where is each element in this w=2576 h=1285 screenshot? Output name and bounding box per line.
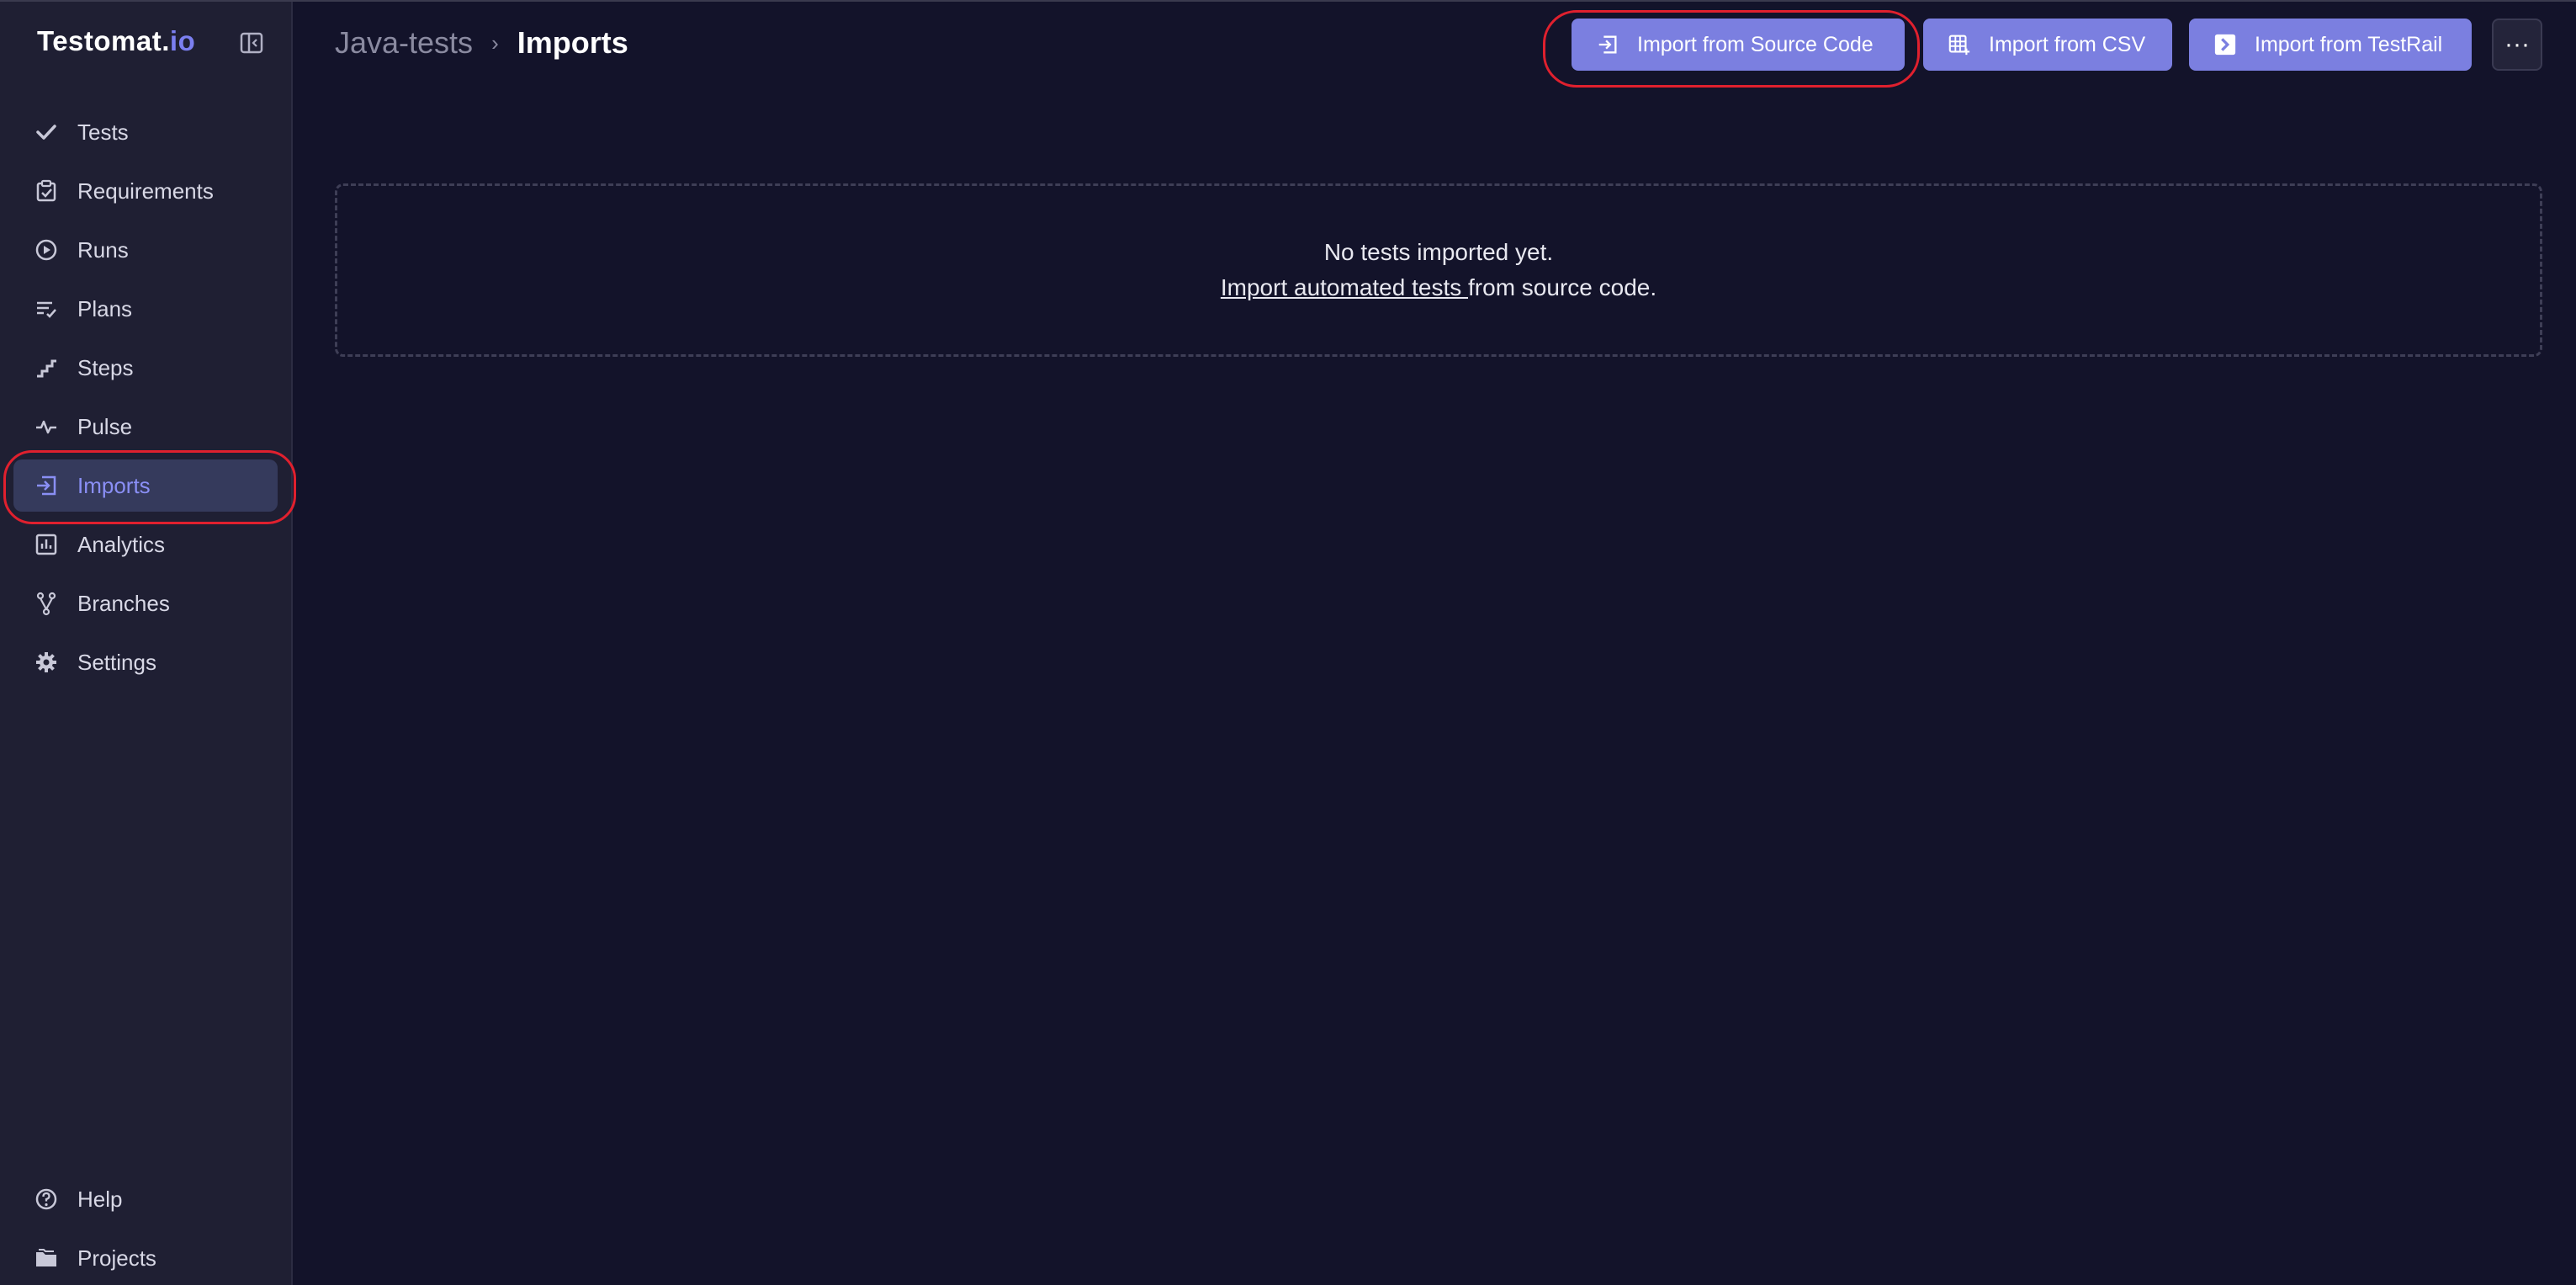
chevron-right-icon: › [491, 29, 499, 56]
pulse-icon [32, 412, 61, 441]
play-circle-icon [32, 236, 61, 264]
sidebar-item-label: Help [77, 1186, 123, 1212]
sidebar-item-label: Requirements [77, 178, 214, 204]
more-icon: ··· [2504, 30, 2530, 58]
sidebar-item-plans[interactable]: Plans [13, 283, 278, 335]
breadcrumb: Java-tests › Imports [335, 25, 628, 61]
clipboard-check-icon [32, 177, 61, 205]
import-from-testrail-button[interactable]: Import from TestRail [2189, 19, 2472, 71]
sidebar: Testomat.io Tests Requirements Runs Plan… [0, 2, 293, 1285]
import-icon [1595, 32, 1620, 57]
button-label: Import from Source Code [1637, 32, 1874, 56]
list-check-icon [32, 295, 61, 323]
help-icon [32, 1185, 61, 1213]
sidebar-item-label: Analytics [77, 531, 166, 557]
app-logo[interactable]: Testomat.io [37, 25, 195, 57]
sidebar-item-branches[interactable]: Branches [13, 577, 278, 629]
branch-icon [32, 589, 61, 618]
collapse-sidebar-icon[interactable] [239, 30, 264, 56]
empty-state: No tests imported yet. Import automated … [335, 183, 2542, 357]
sidebar-item-runs[interactable]: Runs [13, 224, 278, 276]
sidebar-item-label: Settings [77, 649, 156, 675]
sidebar-item-label: Plans [77, 295, 133, 321]
chart-icon [32, 530, 61, 559]
sidebar-item-help[interactable]: Help [13, 1173, 278, 1225]
gear-icon [32, 648, 61, 677]
button-label: Import from TestRail [2255, 32, 2443, 56]
sidebar-item-label: Pulse [77, 413, 133, 439]
sidebar-item-settings[interactable]: Settings [13, 636, 278, 688]
sidebar-item-label: Imports [77, 472, 151, 498]
empty-state-hint: Import automated tests from source code. [1221, 270, 1656, 305]
import-from-source-code-button[interactable]: Import from Source Code [1572, 19, 1905, 71]
folder-icon [32, 1244, 61, 1272]
sidebar-item-label: Steps [77, 354, 134, 380]
import-icon [32, 471, 61, 500]
sidebar-item-imports[interactable]: Imports [13, 459, 278, 512]
breadcrumb-project[interactable]: Java-tests [335, 25, 473, 61]
testrail-icon [2213, 32, 2238, 57]
empty-state-message: No tests imported yet. [1323, 239, 1554, 265]
sidebar-item-pulse[interactable]: Pulse [13, 401, 278, 453]
sidebar-item-label: Runs [77, 236, 129, 263]
sidebar-item-projects[interactable]: Projects [13, 1232, 278, 1284]
check-icon [32, 118, 61, 146]
sidebar-item-steps[interactable]: Steps [13, 342, 278, 394]
sidebar-item-label: Branches [77, 590, 170, 616]
sidebar-item-tests[interactable]: Tests [13, 106, 278, 158]
import-from-csv-button[interactable]: Import from CSV [1923, 19, 2172, 71]
sidebar-item-label: Tests [77, 119, 129, 145]
import-automated-tests-link[interactable]: Import automated tests [1221, 274, 1468, 300]
page-title: Imports [517, 25, 628, 60]
sidebar-item-requirements[interactable]: Requirements [13, 165, 278, 217]
stairs-icon [32, 353, 61, 382]
empty-state-hint-text: from source code. [1468, 274, 1657, 300]
sidebar-item-analytics[interactable]: Analytics [13, 518, 278, 571]
sidebar-item-label: Projects [77, 1245, 156, 1271]
top-border [0, 0, 2576, 2]
button-label: Import from CSV [1989, 32, 2146, 56]
table-plus-icon [1947, 32, 1972, 57]
more-options-button[interactable]: ··· [2492, 19, 2542, 71]
